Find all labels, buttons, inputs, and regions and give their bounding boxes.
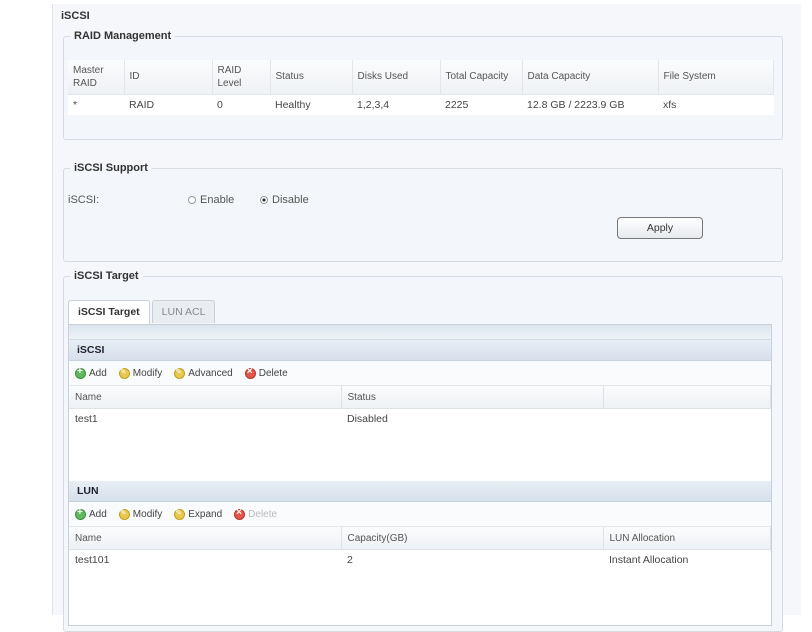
target-tabs: iSCSI Target LUN ACL (68, 300, 217, 324)
lun-section-title: LUN (69, 481, 771, 502)
raid-cell-status: Healthy (275, 98, 311, 111)
raid-col-id: ID (124, 60, 213, 95)
modify-icon (118, 367, 130, 379)
lun-col-allocation[interactable]: LUN Allocation (603, 527, 771, 550)
iscsi-modify-label: Modify (132, 367, 163, 379)
iscsi-add-label: Add (89, 367, 107, 379)
lun-cell-name: test101 (75, 554, 110, 566)
add-icon (75, 507, 86, 520)
raid-col-fs: File System (658, 60, 774, 95)
iscsi-modify-button[interactable]: Modify (118, 367, 163, 379)
tab-body: iSCSI Add Modify Advanced Delete (68, 324, 772, 626)
tab-top-strip (69, 325, 771, 340)
raid-cell-data: 12.8 GB / 2223.9 GB (527, 98, 625, 111)
iscsi-support-group: iSCSI Support iSCSI: Enable Disable Appl… (63, 162, 783, 262)
iscsi-panel: iSCSI RAID Management Master RAID ID RAI… (52, 4, 801, 632)
lun-expand-label: Expand (188, 508, 223, 520)
raid-table: Master RAID ID RAID Level Status Disks U… (68, 60, 774, 115)
lun-add-button[interactable]: Add (75, 507, 107, 520)
raid-management-legend: RAID Management (74, 30, 172, 42)
table-row[interactable]: test101 2 Instant Allocation (69, 550, 771, 571)
lun-header-row: Name Capacity(GB) LUN Allocation (69, 527, 771, 550)
table-row[interactable]: * RAID 0 Healthy 1,2,3,4 2225 12.8 GB / … (68, 94, 774, 115)
raid-management-group: RAID Management Master RAID ID RAID Leve… (63, 30, 783, 140)
iscsi-delete-button[interactable]: Delete (244, 366, 288, 379)
iscsi-advanced-label: Advanced (188, 367, 233, 379)
iscsi-advanced-button[interactable]: Advanced (174, 367, 233, 379)
lun-delete-label: Delete (248, 508, 278, 520)
lun-table: Name Capacity(GB) LUN Allocation test101… (69, 527, 771, 570)
enable-radio-dot[interactable] (188, 196, 196, 204)
raid-col-disks: Disks Used (352, 60, 441, 95)
raid-col-level: RAID Level (212, 60, 271, 95)
add-icon (75, 366, 86, 379)
tab-iscsi-target[interactable]: iSCSI Target (68, 300, 150, 324)
iscsi-section-title: iSCSI (69, 340, 771, 361)
modify-icon (118, 508, 130, 520)
lun-col-name[interactable]: Name (69, 527, 342, 550)
lun-delete-button[interactable]: Delete (234, 507, 278, 520)
lun-add-label: Add (89, 508, 107, 520)
iscsi-delete-label: Delete (258, 367, 288, 379)
enable-radio[interactable]: Enable (188, 194, 234, 206)
delete-icon (244, 366, 256, 379)
lun-col-capacity[interactable]: Capacity(GB) (341, 527, 604, 550)
lun-toolbar: Add Modify Expand Delete (69, 502, 771, 527)
iscsi-header-row: Name Status (69, 386, 771, 409)
iscsi-support-legend: iSCSI Support (74, 162, 148, 174)
iscsi-cell-status: Disabled (347, 413, 388, 425)
raid-col-status: Status (270, 60, 353, 95)
iscsi-toolbar: Add Modify Advanced Delete (69, 361, 771, 386)
lun-cell-allocation: Instant Allocation (609, 554, 689, 566)
delete-icon (234, 507, 246, 520)
lun-cell-capacity: 2 (347, 554, 353, 566)
raid-col-master: Master RAID (68, 60, 125, 95)
disable-radio-dot[interactable] (260, 196, 268, 204)
raid-col-data: Data Capacity (522, 60, 659, 95)
iscsi-col-name[interactable]: Name (69, 386, 342, 409)
iscsi-cell-name: test1 (75, 413, 98, 425)
lun-modify-button[interactable]: Modify (118, 508, 163, 520)
iscsi-support-label: iSCSI: (68, 194, 100, 206)
tab-lun-acl[interactable]: LUN ACL (151, 300, 216, 323)
iscsi-target-group: iSCSI Target iSCSI Target LUN ACL iSCSI … (63, 270, 783, 632)
iscsi-cell-blank (603, 409, 771, 430)
expand-icon (174, 508, 186, 520)
iscsi-col-status[interactable]: Status (341, 386, 604, 409)
raid-cell-level: 0 (217, 98, 223, 111)
raid-cell-disks: 1,2,3,4 (357, 98, 390, 111)
iscsi-target-table: Name Status test1 Disabled (69, 386, 771, 429)
raid-cell-fs: xfs (663, 98, 677, 111)
lun-expand-button[interactable]: Expand (174, 508, 223, 520)
disable-radio-label: Disable (272, 194, 309, 206)
iscsi-table-empty-area (69, 429, 771, 481)
panel-title: iSCSI (61, 10, 90, 22)
iscsi-col-blank (603, 386, 771, 409)
disable-radio[interactable]: Disable (260, 194, 309, 206)
table-row[interactable]: test1 Disabled (69, 409, 771, 430)
enable-radio-label: Enable (200, 194, 235, 206)
iscsi-target-legend: iSCSI Target (74, 270, 139, 282)
raid-header-row: Master RAID ID RAID Level Status Disks U… (68, 60, 774, 95)
apply-button[interactable]: Apply (617, 217, 703, 239)
advanced-icon (174, 367, 186, 379)
raid-col-total: Total Capacity (440, 60, 523, 95)
raid-cell-master: * (73, 98, 78, 111)
iscsi-add-button[interactable]: Add (75, 366, 107, 379)
raid-cell-id: RAID (129, 98, 155, 111)
raid-cell-total: 2225 (445, 98, 469, 111)
lun-modify-label: Modify (132, 508, 163, 520)
